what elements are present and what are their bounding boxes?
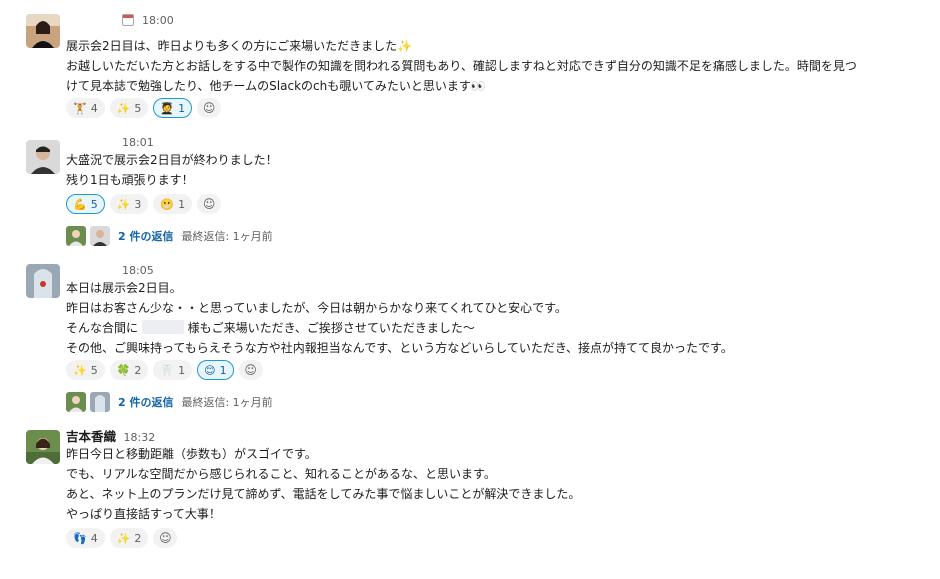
message-text: 展示会2日目は、昨日よりも多くの方にご来場いただきました✨ お越しいただいた方と… — [66, 39, 857, 93]
add-reaction-icon[interactable]: ☺ — [153, 528, 178, 548]
message-meta: 18:01 — [122, 136, 154, 150]
avatar — [66, 226, 86, 246]
reaction[interactable]: 😊 1 — [197, 360, 234, 380]
grimace-icon: 😬 — [160, 197, 175, 211]
reply-count-link[interactable]: 2 件の返信 — [118, 228, 173, 244]
reaction[interactable]: 😬 1 — [153, 194, 193, 214]
avatar[interactable] — [26, 14, 60, 48]
reaction[interactable]: ✨ 5 — [66, 360, 105, 380]
avatar[interactable] — [26, 264, 60, 298]
sparkles-icon: ✨ — [73, 363, 87, 377]
sparkles-icon: ✨ — [116, 197, 131, 211]
student-icon: 🧑‍🎓 — [160, 101, 175, 115]
avatar — [90, 392, 110, 412]
reactions: ✨ 5 🍀 2 🦷 1 😊 1 ☺ — [66, 360, 263, 382]
calendar-status-icon — [122, 14, 134, 26]
last-reply-time: 最終返信: 1ヶ月前 — [181, 230, 273, 243]
reaction[interactable]: ✨ 3 — [109, 194, 149, 214]
message-meta: 18:00 — [122, 14, 174, 28]
reactions: 👣 4 ✨ 2 ☺ — [66, 528, 178, 550]
sparkles-icon: ✨ — [116, 101, 131, 115]
thread-summary[interactable]: 2 件の返信 最終返信: 1ヶ月前 — [66, 226, 273, 246]
reply-count-link[interactable]: 2 件の返信 — [118, 394, 173, 410]
avatar — [66, 392, 86, 412]
avatar[interactable] — [26, 430, 60, 464]
reactions: 🏋 4 ✨ 5 🧑‍🎓 1 ☺ — [66, 98, 222, 120]
timestamp[interactable]: 18:32 — [124, 431, 156, 444]
reaction[interactable]: ✨ 5 — [109, 98, 149, 118]
timestamp[interactable]: 18:05 — [122, 264, 154, 277]
clover-icon: 🍀 — [116, 363, 131, 377]
reaction[interactable]: 💪 5 — [66, 194, 105, 214]
thread-summary[interactable]: 2 件の返信 最終返信: 1ヶ月前 — [66, 392, 273, 412]
message-meta: 吉本香織 18:32 — [66, 429, 156, 445]
reaction[interactable]: 🦷 1 — [153, 360, 193, 380]
avatar[interactable] — [26, 140, 60, 174]
add-reaction-icon[interactable]: ☺ — [197, 98, 222, 118]
reaction[interactable]: 🏋 4 — [66, 98, 105, 118]
message-meta: 18:05 — [122, 264, 154, 278]
smile-icon: 😊 — [204, 363, 216, 377]
message-text: 昨日今日と移動距離（歩数も）がスゴイです。 でも、リアルな空間だから感じられるこ… — [66, 447, 581, 521]
reaction[interactable]: 🍀 2 — [109, 360, 149, 380]
reaction[interactable]: 🧑‍🎓 1 — [153, 98, 193, 118]
reactions: 💪 5 ✨ 3 😬 1 ☺ — [66, 194, 222, 216]
lifting-icon: 🏋 — [73, 101, 87, 115]
timestamp[interactable]: 18:01 — [122, 136, 154, 149]
add-reaction-icon[interactable]: ☺ — [197, 194, 222, 214]
sparkles-icon: ✨ — [116, 531, 131, 545]
reaction[interactable]: 👣 4 — [66, 528, 105, 548]
tooth-icon: 🦷 — [160, 363, 175, 377]
timestamp[interactable]: 18:00 — [142, 14, 174, 27]
message-text: 大盛況で展示会2日目が終わりました！ 残り1日も頑張ります！ — [66, 153, 278, 187]
message-text: 本日は展示会2日目。 昨日はお客さん少な・・と思っていましたが、今日は朝からかな… — [66, 281, 733, 355]
add-reaction-icon[interactable]: ☺ — [238, 360, 263, 380]
redacted-name — [141, 320, 184, 334]
avatar — [90, 226, 110, 246]
reaction[interactable]: ✨ 2 — [109, 528, 149, 548]
footprints-icon: 👣 — [73, 531, 87, 545]
last-reply-time: 最終返信: 1ヶ月前 — [181, 396, 273, 409]
sender-name[interactable]: 吉本香織 — [66, 429, 116, 444]
flexed-biceps-icon: 💪 — [73, 197, 87, 211]
